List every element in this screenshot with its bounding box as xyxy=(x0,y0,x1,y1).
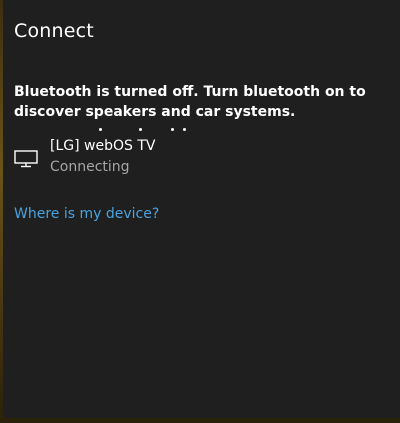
progress-dot xyxy=(99,128,102,131)
connect-panel: Connect Bluetooth is turned off. Turn bl… xyxy=(3,0,400,418)
progress-dot xyxy=(171,128,174,131)
bluetooth-off-message: Bluetooth is turned off. Turn bluetooth … xyxy=(14,84,366,120)
panel-title: Connect xyxy=(14,20,94,42)
progress-dot xyxy=(139,128,142,131)
device-status: Connecting xyxy=(50,159,130,175)
where-is-my-device-link[interactable]: Where is my device? xyxy=(14,206,159,222)
searching-progress-dots xyxy=(95,126,205,134)
device-item-lg-webos-tv[interactable]: [LG] webOS TV Connecting xyxy=(3,138,400,182)
progress-dot xyxy=(183,128,186,131)
monitor-icon xyxy=(14,150,38,168)
device-name: [LG] webOS TV xyxy=(50,138,156,154)
